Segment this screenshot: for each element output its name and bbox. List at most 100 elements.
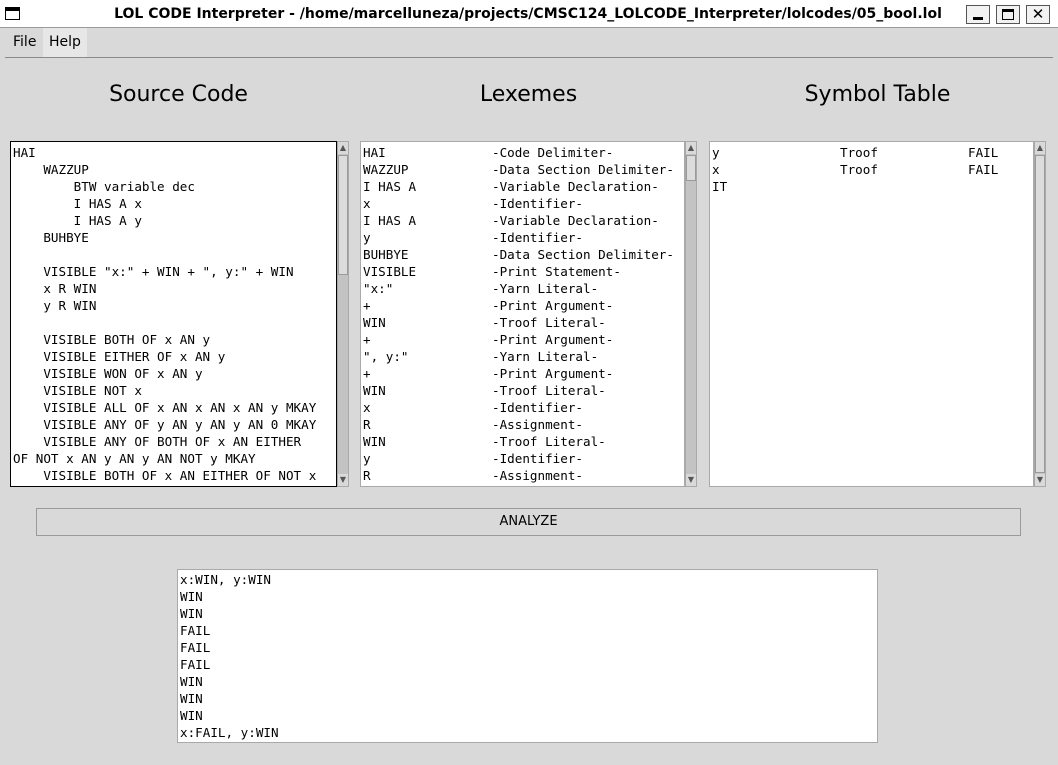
- lexeme-value: +: [363, 298, 371, 313]
- source-line: VISIBLE "x:" + WIN + ", y:" + WIN: [13, 264, 294, 279]
- lexeme-type: -Assignment-: [492, 417, 583, 432]
- source-line: BUHBYE: [13, 230, 89, 245]
- scroll-down-icon[interactable]: ▼: [338, 474, 348, 486]
- output-line: x:FAIL, y:WIN: [180, 725, 279, 740]
- minimize-button[interactable]: [966, 5, 990, 24]
- source-line: VISIBLE ANY OF y AN y AN y AN 0 MKAY: [13, 417, 317, 432]
- lexeme-type: -Code Delimiter-: [492, 145, 614, 160]
- scroll-up-icon[interactable]: ▲: [338, 142, 348, 154]
- lexeme-type: -Print Argument-: [492, 298, 614, 313]
- scroll-thumb[interactable]: [686, 155, 696, 181]
- lexemes-list[interactable]: HAI -Code Delimiter- WAZZUP -Data Section D…: [360, 141, 685, 487]
- source-line: x R WIN: [13, 281, 97, 296]
- source-line: VISIBLE ANY OF BOTH OF x AN EITHER: [13, 434, 302, 449]
- source-line: BTW variable dec: [13, 179, 195, 194]
- lexemes-heading: Lexemes: [479, 82, 578, 107]
- lexeme-type: -Troof Literal-: [492, 315, 606, 330]
- close-button[interactable]: ✕: [1026, 5, 1050, 24]
- output-line: FAIL: [180, 640, 211, 655]
- lexeme-value: R: [363, 417, 371, 432]
- lexeme-value: R: [363, 468, 371, 483]
- source-line: [13, 314, 316, 331]
- source-line: VISIBLE BOTH OF x AN EITHER OF NOT x: [13, 468, 317, 483]
- window-icon[interactable]: [5, 7, 20, 20]
- lexeme-type: -Yarn Literal-: [492, 281, 599, 296]
- lexeme-type: -Troof Literal-: [492, 383, 606, 398]
- lexeme-value: "x:": [363, 281, 394, 296]
- output-line: WIN: [180, 606, 203, 621]
- lexeme-value: I HAS A: [363, 213, 417, 228]
- output-line: FAIL: [180, 623, 211, 638]
- lexeme-type: -Identifier-: [492, 230, 583, 245]
- lexeme-value: +: [363, 366, 371, 381]
- lexeme-type: -Print Argument-: [492, 332, 614, 347]
- lexeme-type: -Identifier-: [492, 451, 583, 466]
- source-code-editor[interactable]: HAI WAZZUP BTW variable dec I HAS A x I …: [10, 141, 337, 487]
- lexeme-value: I HAS A: [363, 179, 417, 194]
- lexeme-type: -Data Section Delimiter-: [492, 162, 674, 177]
- lexeme-type: -Yarn Literal-: [492, 349, 599, 364]
- scroll-thumb[interactable]: [338, 155, 348, 275]
- lexeme-value: WIN: [363, 434, 386, 449]
- symbol-value: FAIL: [968, 162, 999, 177]
- output-line: WIN: [180, 708, 203, 723]
- lexeme-type: -Print Statement-: [492, 264, 621, 279]
- title-bar: LOL CODE Interpreter - /home/marcellunez…: [0, 0, 1058, 28]
- lexeme-value: BUHBYE: [363, 247, 409, 262]
- window-title: LOL CODE Interpreter - /home/marcellunez…: [114, 6, 942, 22]
- source-line: WAZZUP: [13, 162, 89, 177]
- analyze-button[interactable]: ANALYZE: [36, 508, 1021, 536]
- lexemes-scrollbar[interactable]: ▲ ▼: [685, 141, 697, 487]
- symbol-table-list[interactable]: y Troof FAIL x Troof FAIL IT: [709, 141, 1034, 487]
- lexeme-value: HAI: [363, 145, 386, 160]
- menu-bar: File Help: [5, 28, 1053, 58]
- lexeme-type: -Assignment-: [492, 468, 583, 483]
- maximize-button[interactable]: [996, 5, 1020, 24]
- lexeme-value: +: [363, 332, 371, 347]
- output-lines: x:WIN, y:WIN WIN WIN FAIL FAIL FAIL WIN WIN WIN x…: [180, 571, 279, 741]
- lexeme-type: -Troof Literal-: [492, 434, 606, 449]
- menu-file[interactable]: File: [7, 28, 42, 57]
- scroll-thumb[interactable]: [1035, 155, 1045, 473]
- symbol-name: y: [712, 145, 720, 160]
- output-console[interactable]: x:WIN, y:WIN WIN WIN FAIL FAIL FAIL WIN WIN WIN x…: [177, 569, 878, 743]
- lexeme-value: VISIBLE: [363, 264, 417, 279]
- maximize-icon: [1002, 9, 1014, 20]
- lexeme-value: ", y:": [363, 349, 409, 364]
- lexeme-value: y: [363, 451, 371, 466]
- source-line: OF NOT x AN y AN y AN NOT y MKAY: [13, 451, 256, 466]
- source-code-lines: HAI WAZZUP BTW variable dec I HAS A x I …: [13, 144, 316, 484]
- lexeme-value: y: [363, 230, 371, 245]
- source-line: VISIBLE EITHER OF x AN y: [13, 349, 226, 364]
- output-line: x:WIN, y:WIN: [180, 572, 271, 587]
- menu-help[interactable]: Help: [43, 28, 87, 57]
- scroll-up-icon[interactable]: ▲: [686, 142, 696, 154]
- scroll-down-icon[interactable]: ▼: [686, 474, 696, 486]
- source-line: I HAS A y: [13, 213, 142, 228]
- symbol-type: Troof: [840, 145, 878, 160]
- output-line: FAIL: [180, 657, 211, 672]
- symbol-value: FAIL: [968, 145, 999, 160]
- lexeme-value: WIN: [363, 315, 386, 330]
- lexeme-type: -Identifier-: [492, 196, 583, 211]
- symbol-table-scrollbar[interactable]: ▲ ▼: [1034, 141, 1046, 487]
- lexeme-type: -Data Section Delimiter-: [492, 247, 674, 262]
- close-icon: ✕: [1031, 5, 1045, 23]
- symbol-name: IT: [712, 179, 728, 194]
- source-line: VISIBLE ALL OF x AN x AN x AN y MKAY: [13, 400, 317, 415]
- scroll-up-icon[interactable]: ▲: [1035, 142, 1045, 154]
- source-line: y R WIN: [13, 298, 97, 313]
- minimize-icon: [973, 17, 983, 20]
- lexeme-type: -Variable Declaration-: [492, 179, 659, 194]
- lexeme-type: -Identifier-: [492, 400, 583, 415]
- scroll-down-icon[interactable]: ▼: [1035, 474, 1045, 486]
- output-line: WIN: [180, 589, 203, 604]
- source-line: I HAS A x: [13, 196, 142, 211]
- lexeme-value: x: [363, 400, 371, 415]
- source-line: VISIBLE BOTH OF x AN y: [13, 332, 211, 347]
- lexeme-value: WIN: [363, 383, 386, 398]
- source-line: VISIBLE NOT x: [13, 383, 142, 398]
- lexeme-type: -Variable Declaration-: [492, 213, 659, 228]
- source-line: HAI: [13, 145, 36, 160]
- source-code-scrollbar[interactable]: ▲ ▼: [337, 141, 349, 487]
